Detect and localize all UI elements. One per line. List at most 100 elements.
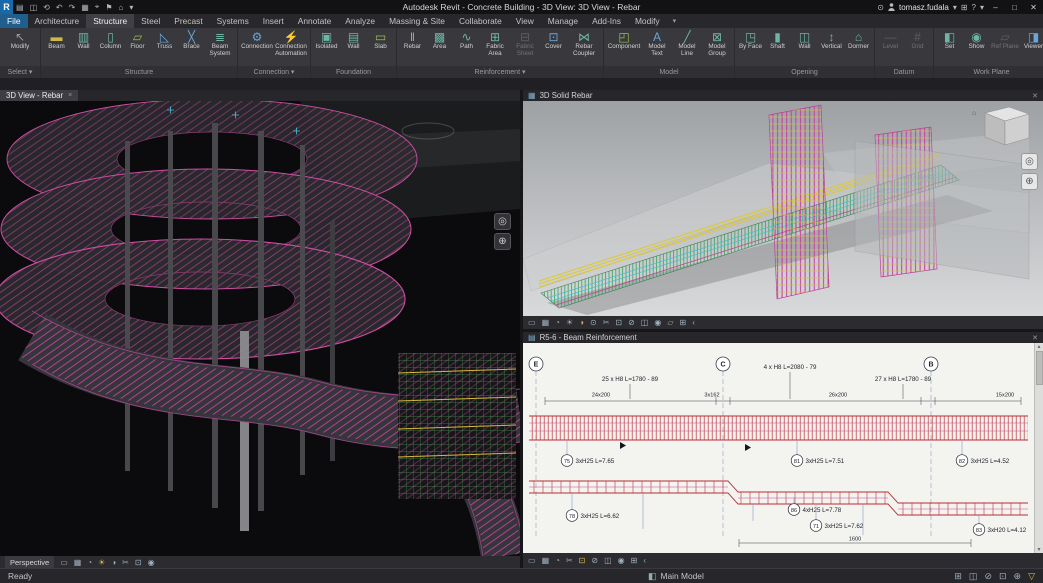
username[interactable]: tomasz.fudala <box>899 3 949 12</box>
reveal-hidden-icon[interactable]: ◉ <box>654 318 661 327</box>
ribbon-tool-show[interactable]: ◉Show <box>963 29 990 66</box>
visual-style-icon[interactable]: ◔ <box>87 558 92 567</box>
constraints-icon[interactable]: ⊞ <box>680 318 687 327</box>
analytical-model-icon[interactable]: ▱ <box>667 318 673 327</box>
spacing-note[interactable]: 24x200 <box>592 393 610 399</box>
ribbon-tool-rebar-coupler[interactable]: ⋈Rebar Coupler <box>567 29 601 66</box>
ribbon-tool-path-reinforcement[interactable]: ∿Path <box>453 29 480 66</box>
scale-icon[interactable]: ▭ <box>528 556 536 565</box>
panel-label-reinforcement[interactable]: Reinforcement ▾ <box>397 66 603 78</box>
ribbon-tool-wall-opening[interactable]: ◫Wall <box>791 29 818 66</box>
tab-addins[interactable]: Add-Ins <box>585 14 628 28</box>
ribbon-tool-model-group[interactable]: ⊠Model Group <box>702 29 732 66</box>
ribbon-tool-vertical-opening[interactable]: ↕Vertical <box>818 29 845 66</box>
help-button[interactable]: ? <box>972 3 976 12</box>
crop-icon[interactable]: ✂ <box>122 558 129 567</box>
lock-view-icon[interactable]: ⊘ <box>628 318 635 327</box>
tab-analyze[interactable]: Analyze <box>338 14 382 28</box>
measure-icon[interactable]: ⌖ <box>92 2 103 12</box>
temporary-hide-icon[interactable]: ◫ <box>604 556 612 565</box>
ribbon-tool-floor[interactable]: ▱Floor <box>124 29 151 66</box>
collapse-icon[interactable]: ‹ <box>692 318 695 327</box>
spacing-note[interactable]: 26x200 <box>829 393 847 399</box>
spacing-note[interactable]: 3x162 <box>704 393 719 399</box>
visual-style-icon[interactable]: ◔ <box>555 318 560 327</box>
app-store-icon[interactable]: ⊞ <box>961 3 968 12</box>
tab-precast[interactable]: Precast <box>167 14 209 28</box>
tag-icon[interactable]: ⚑ <box>102 3 115 12</box>
tab-insert[interactable]: Insert <box>256 14 291 28</box>
ribbon-tool-rebar[interactable]: ‖Rebar <box>399 29 426 66</box>
design-options-icon[interactable]: ◧ <box>648 571 657 582</box>
tab-modify[interactable]: Modify <box>628 14 667 28</box>
navigation-wheel-icon[interactable]: ◎ <box>1021 153 1038 170</box>
lock-view-icon[interactable]: ⊘ <box>591 556 598 565</box>
rebar-note[interactable]: 4 x H8 L=2080 - 79 <box>764 364 817 371</box>
ribbon-tool-model-text[interactable]: AModel Text <box>642 29 672 66</box>
ribbon-tool-isolated[interactable]: ▣Isolated <box>313 29 340 66</box>
ribbon-tool-dormer[interactable]: ⌂Dormer <box>845 29 872 66</box>
open-icon[interactable]: ▤ <box>13 3 27 12</box>
perspective-3d-canvas[interactable] <box>0 101 520 556</box>
panel-label-select[interactable]: Select ▾ <box>0 66 40 78</box>
vertical-scrollbar[interactable]: ▴ ▾ <box>1034 343 1043 553</box>
ribbon-tool-model-line[interactable]: ╱Model Line <box>672 29 702 66</box>
ribbon-tool-cover[interactable]: ⊡Cover <box>540 29 567 66</box>
bottom-view-titlebar[interactable]: ▤ R5-6 - Beam Reinforcement ✕ <box>523 332 1043 343</box>
tab-collaborate[interactable]: Collaborate <box>452 14 509 28</box>
perspective-label[interactable]: Perspective <box>5 556 54 568</box>
view-tab-3d-rebar[interactable]: 3D View - Rebar × <box>0 90 78 101</box>
tab-view[interactable]: View <box>509 14 541 28</box>
visual-style-icon[interactable]: ◔ <box>555 556 560 565</box>
solid-rebar-canvas[interactable]: ⌂ <box>523 101 1043 316</box>
ribbon-tool-grid[interactable]: #Grid <box>904 29 931 66</box>
sun-icon[interactable]: ☀ <box>566 318 573 327</box>
select-by-face-icon[interactable]: ⊡ <box>999 571 1007 582</box>
detail-level-icon[interactable]: ▦ <box>542 318 550 327</box>
tab-architecture[interactable]: Architecture <box>28 14 87 28</box>
panel-label-connection[interactable]: Connection ▾ <box>238 66 310 78</box>
ribbon-tool-viewer[interactable]: ◨Viewer <box>1020 29 1043 66</box>
user-caret-icon[interactable]: ▾ <box>953 3 957 12</box>
beam-drawing-canvas[interactable]: E C B 25 x H8 L=1780 - 89 4 x H8 L=2080 … <box>523 343 1043 553</box>
minimize-button[interactable]: – <box>988 3 1003 12</box>
zoom-icon[interactable]: ⊕ <box>494 233 511 250</box>
shadows-icon[interactable]: ◑ <box>579 318 584 327</box>
maximize-button[interactable]: □ <box>1007 3 1022 12</box>
zoom-icon[interactable]: ⊕ <box>1021 173 1038 190</box>
select-underlay-icon[interactable]: ◫ <box>969 571 978 582</box>
ribbon-tool-component[interactable]: ◰Component <box>606 29 642 66</box>
ribbon-tool-connection[interactable]: ⚙Connection <box>240 29 274 66</box>
print-icon[interactable]: ▦ <box>78 3 92 12</box>
ribbon-tool-wall-foundation[interactable]: ▤Wall <box>340 29 367 66</box>
ribbon-tool-level[interactable]: —Level <box>877 29 904 66</box>
close-view-icon[interactable]: × <box>68 92 72 99</box>
filter-icon[interactable]: ▽ <box>1028 571 1035 582</box>
ribbon-tool-shaft[interactable]: ▮Shaft <box>764 29 791 66</box>
navigation-wheel-icon[interactable]: ◎ <box>494 213 511 230</box>
tab-massing-site[interactable]: Massing & Site <box>382 14 452 28</box>
scale-icon[interactable]: ▭ <box>60 558 68 567</box>
tab-systems[interactable]: Systems <box>210 14 256 28</box>
ribbon-tool-connection-automation[interactable]: ⚡Connection Automation <box>274 29 308 66</box>
sync-icon[interactable]: ⟲ <box>40 3 53 12</box>
collapse-icon[interactable]: ‹ <box>643 556 646 565</box>
ribbon-tool-modify[interactable]: ↖Modify <box>2 29 38 66</box>
grid-bubble[interactable]: B <box>924 357 938 371</box>
viewcube-home-icon[interactable]: ⌂ <box>972 110 976 117</box>
close-button[interactable]: ✕ <box>1026 3 1041 12</box>
rebar-note[interactable]: 27 x H8 L=1780 - 89 <box>875 376 932 383</box>
top-view-titlebar[interactable]: ▦ 3D Solid Rebar ✕ <box>523 90 1043 101</box>
tab-file[interactable]: File <box>0 14 28 28</box>
scroll-down-icon[interactable]: ▾ <box>1037 546 1040 553</box>
ribbon-tool-beam[interactable]: ▬Beam <box>43 29 70 66</box>
ribbon-tool-column[interactable]: ▯Column <box>97 29 124 66</box>
scale-icon[interactable]: ▭ <box>528 318 536 327</box>
grid-bubble[interactable]: C <box>716 357 730 371</box>
ribbon-tool-truss[interactable]: ◺Truss <box>151 29 178 66</box>
default-3d-view-icon[interactable]: ⌂ <box>115 3 126 12</box>
reveal-hidden-icon[interactable]: ◉ <box>618 556 625 565</box>
drag-on-selection-icon[interactable]: ⊕ <box>1014 571 1022 582</box>
crop-icon[interactable]: ✂ <box>566 556 573 565</box>
show-crop-icon[interactable]: ⊡ <box>615 318 622 327</box>
